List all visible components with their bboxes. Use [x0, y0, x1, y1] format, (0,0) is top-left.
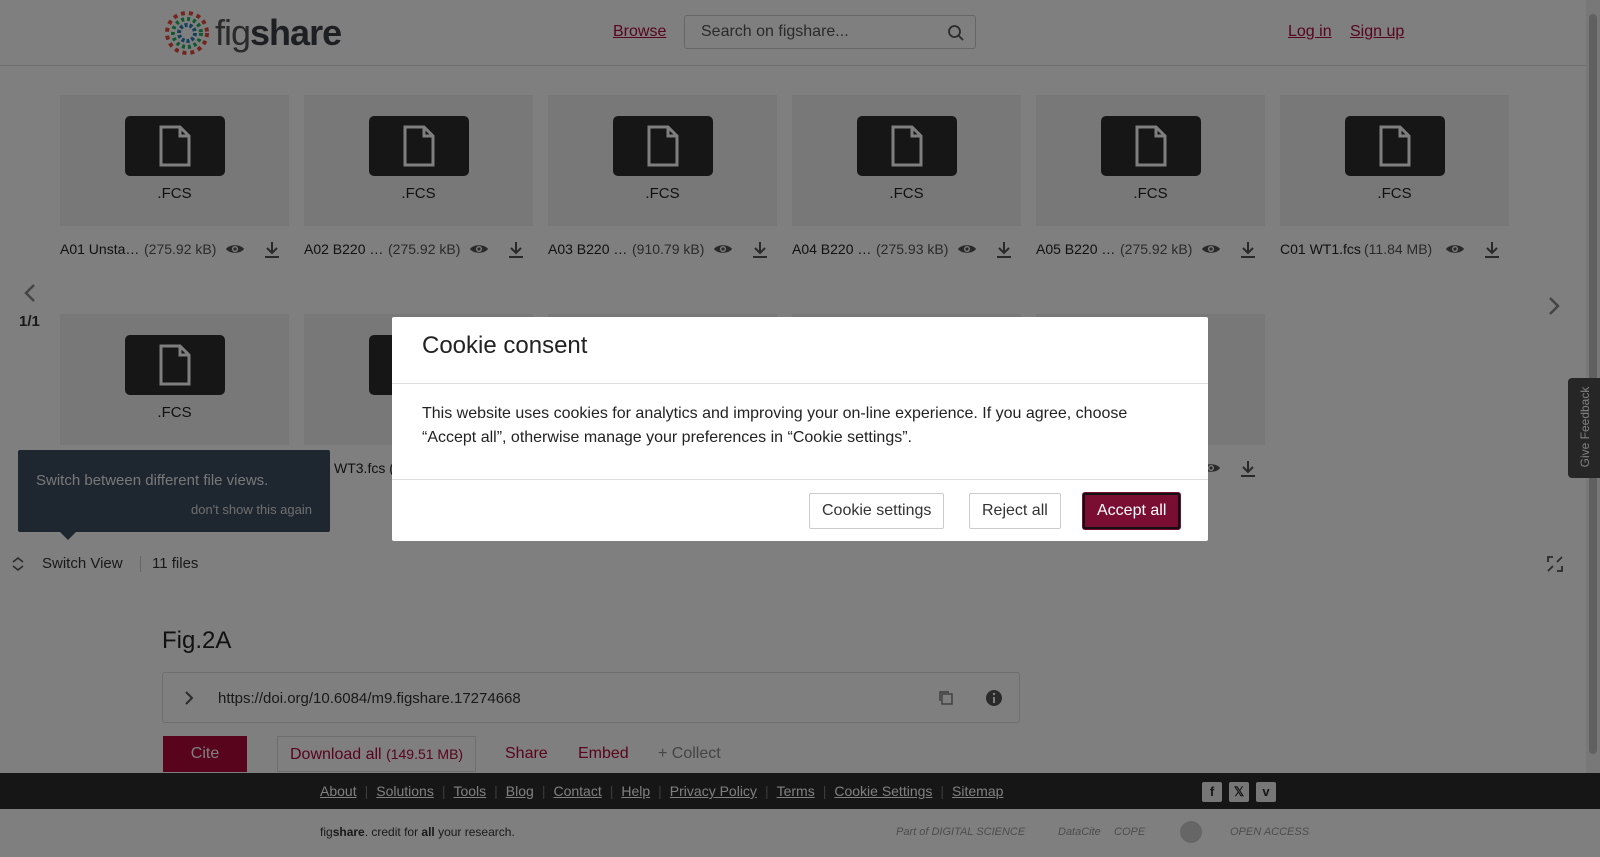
dialog-divider — [392, 383, 1208, 384]
cookie-consent-body: This website uses cookies for analytics … — [422, 405, 1128, 446]
cookie-settings-button[interactable]: Cookie settings — [809, 493, 945, 529]
cookie-consent-title: Cookie consent — [422, 332, 588, 359]
reject-all-button[interactable]: Reject all — [969, 493, 1061, 529]
cookie-consent-dialog: Cookie consent This website uses cookies… — [392, 317, 1208, 541]
dialog-divider — [392, 479, 1208, 480]
accept-all-button[interactable]: Accept all — [1083, 493, 1181, 529]
